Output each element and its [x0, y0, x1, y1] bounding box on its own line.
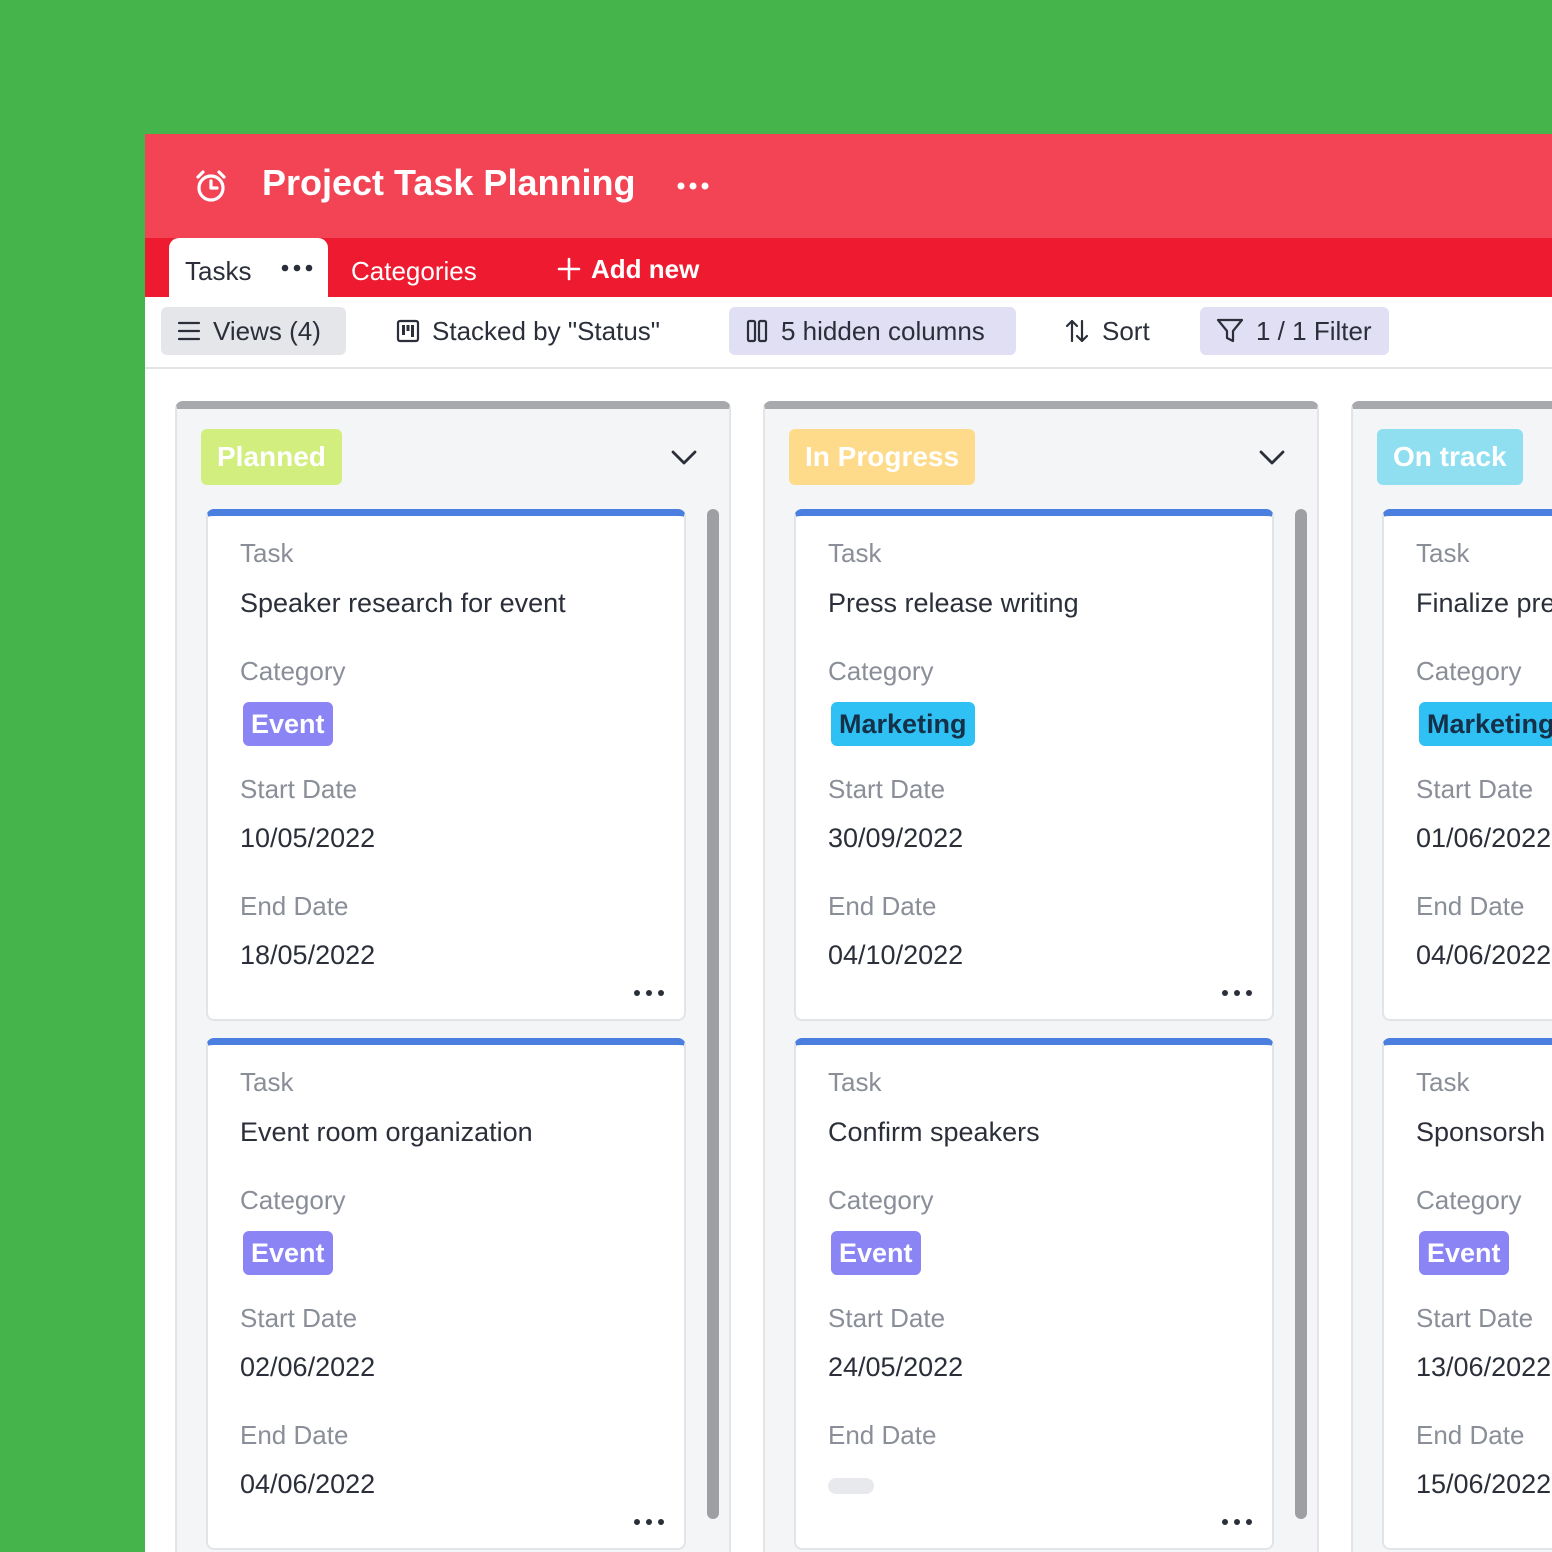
tab-bar: Tasks Categories Add new: [145, 238, 1552, 297]
columns-icon: [745, 319, 769, 343]
category-chip: Event: [1419, 1231, 1509, 1275]
end-date-label: End Date: [240, 891, 348, 922]
start-date-value: 02/06/2022: [240, 1352, 375, 1383]
plus-icon: [557, 257, 581, 281]
end-date-label: End Date: [828, 1420, 936, 1451]
kanban-board: Planned Task Speaker research for event …: [145, 371, 1552, 1552]
task-label: Task: [240, 1067, 293, 1098]
page-title: Project Task Planning: [262, 162, 635, 204]
views-label: Views (4): [213, 316, 321, 347]
end-date-label: End Date: [1416, 891, 1524, 922]
category-chip: Marketing: [831, 702, 975, 746]
start-date-value: 30/09/2022: [828, 823, 963, 854]
end-date-label: End Date: [240, 1420, 348, 1451]
start-date-value: 13/06/2022: [1416, 1352, 1551, 1383]
end-date-label: End Date: [828, 891, 936, 922]
status-badge: Planned: [201, 429, 342, 485]
task-value: Confirm speakers: [828, 1117, 1040, 1148]
category-label: Category: [828, 656, 934, 687]
end-date-value: 18/05/2022: [240, 940, 375, 971]
card-more-icon[interactable]: [632, 986, 666, 1000]
category-chip: Event: [243, 1231, 333, 1275]
start-date-value: 10/05/2022: [240, 823, 375, 854]
start-date-label: Start Date: [240, 1303, 357, 1334]
chevron-down-icon[interactable]: [1257, 445, 1287, 469]
task-card[interactable]: Task Press release writing Category Mark…: [794, 509, 1274, 1021]
category-label: Category: [1416, 1185, 1522, 1216]
hidden-columns-label: 5 hidden columns: [781, 316, 985, 347]
views-button[interactable]: Views (4): [161, 307, 346, 355]
end-date-value: 04/06/2022: [1416, 940, 1551, 971]
status-badge: In Progress: [789, 429, 975, 485]
sort-icon: [1064, 318, 1090, 344]
start-date-label: Start Date: [828, 774, 945, 805]
tab-tasks[interactable]: Tasks: [169, 238, 328, 297]
category-label: Category: [828, 1185, 934, 1216]
start-date-label: Start Date: [828, 1303, 945, 1334]
start-date-value: 01/06/2022: [1416, 823, 1551, 854]
filter-label: 1 / 1 Filter: [1256, 316, 1372, 347]
category-chip: Marketing: [1419, 702, 1552, 746]
category-label: Category: [1416, 656, 1522, 687]
category-chip: Event: [243, 702, 333, 746]
task-value: Press release writing: [828, 588, 1079, 619]
kanban-column-on-track: On track Task Finalize pre Category Mark…: [1351, 401, 1552, 1552]
task-card[interactable]: Task Speaker research for event Category…: [206, 509, 686, 1021]
task-value: Event room organization: [240, 1117, 533, 1148]
menu-icon: [177, 320, 201, 342]
scrollbar[interactable]: [1295, 509, 1307, 1519]
scrollbar[interactable]: [707, 509, 719, 1519]
sort-button[interactable]: Sort: [1048, 307, 1166, 355]
add-new-button[interactable]: Add new: [557, 254, 699, 284]
task-card[interactable]: Task Sponsorsh Category Event Start Date…: [1382, 1038, 1552, 1550]
task-label: Task: [1416, 538, 1469, 569]
sort-label: Sort: [1102, 316, 1150, 347]
task-label: Task: [828, 1067, 881, 1098]
kanban-column-planned: Planned Task Speaker research for event …: [175, 401, 731, 1552]
task-card[interactable]: Task Finalize pre Category Marketing Sta…: [1382, 509, 1552, 1021]
start-date-value: 24/05/2022: [828, 1352, 963, 1383]
status-badge: On track: [1377, 429, 1523, 485]
end-date-value: 04/06/2022: [240, 1469, 375, 1500]
task-card[interactable]: Task Confirm speakers Category Event Sta…: [794, 1038, 1274, 1550]
filter-button[interactable]: 1 / 1 Filter: [1200, 307, 1389, 355]
task-value: Speaker research for event: [240, 588, 566, 619]
tab-categories[interactable]: Categories: [351, 256, 477, 287]
stacked-by-label: Stacked by "Status": [432, 316, 660, 347]
tab-tasks-label: Tasks: [185, 256, 251, 287]
end-date-label: End Date: [1416, 1420, 1524, 1451]
start-date-label: Start Date: [1416, 774, 1533, 805]
toolbar: Views (4) Stacked by "Status" 5 hidden c…: [145, 297, 1552, 369]
card-more-icon[interactable]: [632, 1515, 666, 1529]
end-date-value: 04/10/2022: [828, 940, 963, 971]
title-bar: Project Task Planning: [145, 134, 1552, 238]
task-value: Finalize pre: [1416, 588, 1552, 619]
category-label: Category: [240, 656, 346, 687]
category-chip: Event: [831, 1231, 921, 1275]
app-window: Project Task Planning Tasks Categories A…: [145, 134, 1552, 1552]
hidden-columns-button[interactable]: 5 hidden columns: [729, 307, 1016, 355]
start-date-label: Start Date: [1416, 1303, 1533, 1334]
stacked-by-button[interactable]: Stacked by "Status": [380, 307, 676, 355]
filter-icon: [1216, 317, 1244, 345]
task-card[interactable]: Task Event room organization Category Ev…: [206, 1038, 686, 1550]
task-label: Task: [240, 538, 293, 569]
end-date-value: 15/06/2022: [1416, 1469, 1551, 1500]
card-more-icon[interactable]: [1220, 986, 1254, 1000]
task-label: Task: [828, 538, 881, 569]
kanban-column-in-progress: In Progress Task Press release writing C…: [763, 401, 1319, 1552]
start-date-label: Start Date: [240, 774, 357, 805]
empty-value-placeholder: [828, 1478, 874, 1494]
kanban-icon: [396, 319, 420, 343]
add-new-label: Add new: [591, 254, 699, 285]
task-label: Task: [1416, 1067, 1469, 1098]
alarm-clock-icon: [193, 168, 229, 204]
task-value: Sponsorsh: [1416, 1117, 1545, 1148]
more-options-icon[interactable]: [675, 172, 715, 200]
card-more-icon[interactable]: [1220, 1515, 1254, 1529]
category-label: Category: [240, 1185, 346, 1216]
tab-more-icon[interactable]: [279, 256, 319, 280]
chevron-down-icon[interactable]: [669, 445, 699, 469]
